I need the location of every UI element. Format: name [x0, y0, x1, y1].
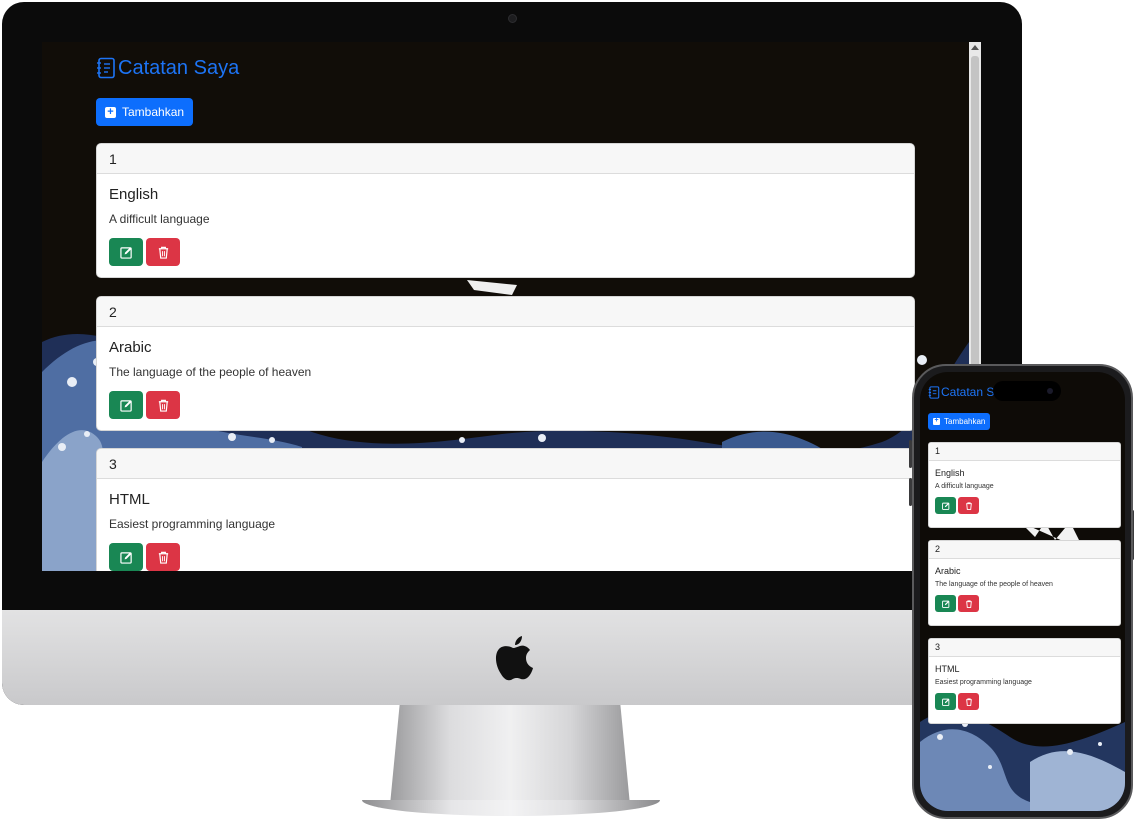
trash-icon [158, 246, 168, 259]
imac-stand-base [362, 800, 660, 816]
note-number: 1 [929, 443, 1120, 461]
delete-note-button[interactable] [958, 693, 979, 710]
add-note-label: Tambahkan [944, 417, 986, 426]
edit-note-button[interactable] [109, 238, 143, 266]
note-number: 3 [97, 449, 914, 479]
edit-note-button[interactable] [935, 497, 956, 514]
note-card: 1 English A difficult language [96, 143, 915, 278]
note-number: 2 [97, 297, 914, 327]
edit-note-button[interactable] [935, 595, 956, 612]
desktop-screen: Catatan Saya + Tambahkan 1 English A dif… [42, 42, 969, 571]
note-description: Easiest programming language [109, 517, 276, 531]
imac-stand [390, 705, 630, 805]
dynamic-island [993, 381, 1061, 401]
note-card: 3 HTML Easiest programming language [928, 638, 1121, 724]
front-camera-icon [1047, 388, 1053, 394]
mobile-brand-title: Catatan Sa [941, 385, 1002, 399]
edit-note-button[interactable] [109, 543, 143, 571]
note-title: HTML [109, 491, 150, 508]
pencil-square-icon [941, 502, 949, 510]
add-note-label: Tambahkan [122, 105, 185, 119]
note-description: A difficult language [109, 212, 210, 226]
notes-app: Catatan Saya + Tambahkan [96, 56, 914, 126]
pencil-square-icon [941, 698, 949, 706]
note-number: 1 [97, 144, 914, 174]
note-title: English [935, 468, 965, 478]
note-description: A difficult language [935, 483, 994, 490]
add-note-button[interactable]: + Tambahkan [96, 98, 194, 126]
note-card: 2 Arabic The language of the people of h… [96, 296, 915, 431]
camera-icon [508, 14, 517, 23]
note-card: 1 English A difficult language [928, 442, 1121, 528]
note-number: 3 [929, 639, 1120, 657]
edit-note-button[interactable] [935, 693, 956, 710]
trash-icon [158, 399, 168, 412]
pencil-square-icon [941, 600, 949, 608]
trash-icon [965, 697, 972, 706]
pencil-square-icon [119, 399, 132, 412]
brand-title: Catatan Saya [118, 56, 240, 79]
note-title: Arabic [935, 566, 961, 576]
phone-frame: Catatan Sa + Tambahkan 1 English A diffi… [912, 364, 1133, 819]
plus-square-icon: + [933, 417, 940, 425]
trash-icon [965, 501, 972, 510]
trash-icon [158, 551, 168, 564]
brand[interactable]: Catatan Saya [96, 56, 914, 80]
mobile-brand[interactable]: Catatan Sa [928, 385, 1001, 399]
note-description: The language of the people of heaven [935, 581, 1053, 588]
notebook-icon [928, 385, 940, 399]
note-description: The language of the people of heaven [109, 365, 312, 379]
note-title: Arabic [109, 339, 152, 356]
edit-note-button[interactable] [109, 391, 143, 419]
scroll-up-arrow-icon[interactable] [971, 45, 979, 50]
trash-icon [965, 599, 972, 608]
note-card: 3 HTML Easiest programming language [96, 448, 915, 571]
delete-note-button[interactable] [146, 238, 180, 266]
delete-note-button[interactable] [958, 497, 979, 514]
note-number: 2 [929, 541, 1120, 559]
note-card: 2 Arabic The language of the people of h… [928, 540, 1121, 626]
delete-note-button[interactable] [146, 543, 180, 571]
delete-note-button[interactable] [146, 391, 180, 419]
note-description: Easiest programming language [935, 679, 1032, 686]
note-title: HTML [935, 664, 960, 674]
device-mockup: Catatan Saya + Tambahkan 1 English A dif… [0, 0, 1135, 821]
note-title: English [109, 186, 159, 203]
mobile-screen: Catatan Sa + Tambahkan 1 English A diffi… [920, 372, 1125, 811]
pencil-square-icon [119, 551, 132, 564]
add-note-button[interactable]: + Tambahkan [928, 413, 991, 430]
plus-square-icon: + [105, 106, 116, 118]
notebook-icon [97, 57, 115, 79]
pencil-square-icon [119, 246, 132, 259]
delete-note-button[interactable] [958, 595, 979, 612]
apple-logo-icon [495, 636, 533, 681]
